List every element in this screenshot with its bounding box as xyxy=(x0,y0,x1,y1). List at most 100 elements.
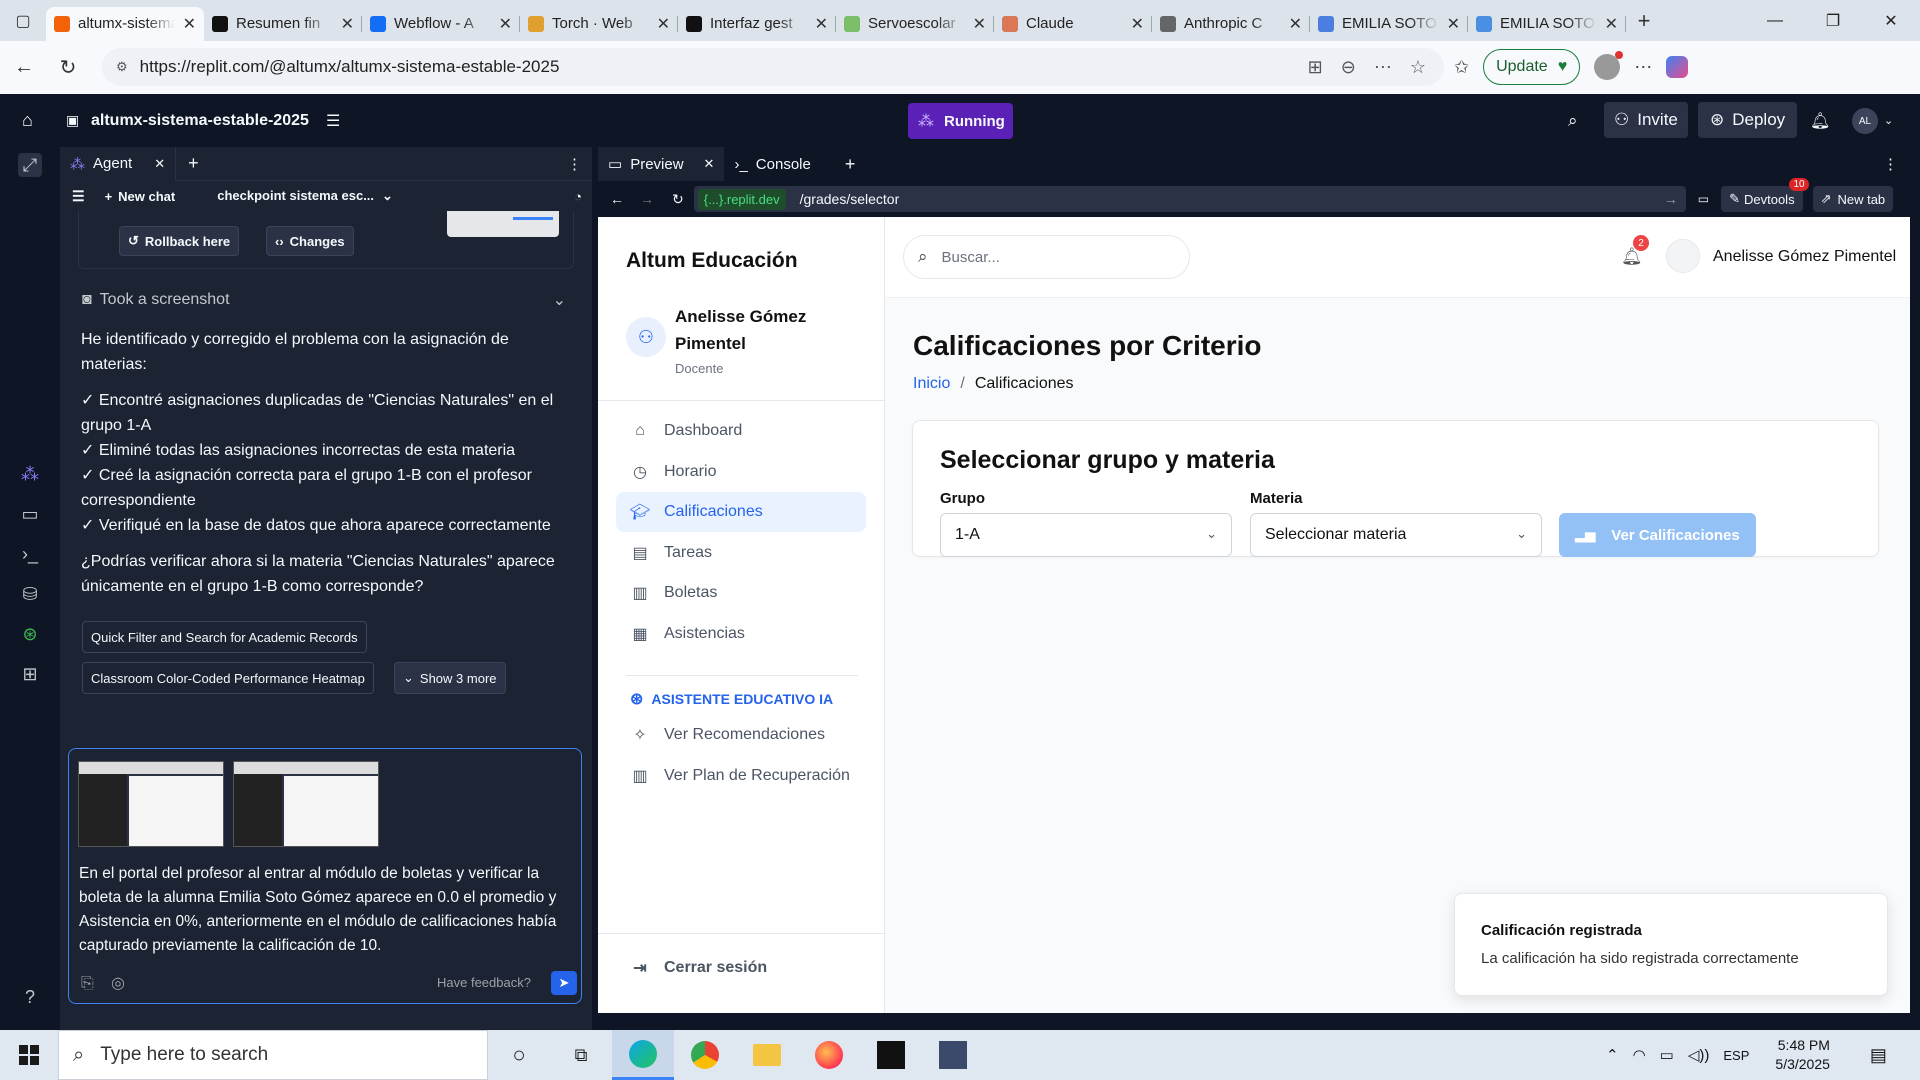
nav-item-ver-plan-de-recuperaci-n[interactable]: ▥ Ver Plan de Recuperación xyxy=(616,756,866,796)
url-field[interactable]: ⚙ https://replit.com/@altumx/altumx-sist… xyxy=(102,48,1444,86)
panel-options-icon[interactable]: ⋮ xyxy=(567,155,582,173)
minimize-icon[interactable]: — xyxy=(1746,0,1804,41)
close-tab-icon[interactable]: ✕ xyxy=(1605,14,1618,34)
reload-icon[interactable]: ↻ xyxy=(672,191,684,208)
browser-tab[interactable]: Interfaz gest ✕ xyxy=(678,7,836,41)
apps-icon[interactable]: ⊞ xyxy=(1308,57,1323,78)
project-menu-icon[interactable]: ☰ xyxy=(326,111,340,131)
clock[interactable]: 5:48 PM 5/3/2025 xyxy=(1775,1036,1830,1074)
tab-actions-icon[interactable]: ▢ xyxy=(0,0,46,41)
close-tab-icon[interactable]: ✕ xyxy=(341,14,354,34)
browser-tab[interactable]: Resumen fin ✕ xyxy=(204,7,362,41)
taskbar-search[interactable]: ⌕ Type here to search xyxy=(58,1030,488,1080)
preview-icon[interactable]: ▭ xyxy=(18,502,42,526)
nav-item-boletas[interactable]: ▥ Boletas xyxy=(616,573,866,613)
files-icon[interactable]: ⤢ xyxy=(18,153,42,177)
run-status-button[interactable]: ⁂ Running xyxy=(908,103,1013,139)
suggestion-chip[interactable]: Quick Filter and Search for Academic Rec… xyxy=(82,621,367,653)
new-tab-button[interactable]: + xyxy=(1626,8,1662,34)
close-tab-icon[interactable]: ✕ xyxy=(973,14,986,34)
new-tab-button[interactable]: ⇗ New tab xyxy=(1812,186,1894,212)
device-icon[interactable]: ▭ xyxy=(1698,192,1709,206)
back-icon[interactable]: ← xyxy=(4,48,44,88)
settings-dots-icon[interactable]: ⋯ xyxy=(1634,57,1652,78)
more-dots-icon[interactable]: ⋯ xyxy=(1374,57,1392,78)
browser-tab[interactable]: Anthropic C ✕ xyxy=(1152,7,1310,41)
composer-text[interactable]: En el portal del profesor al entrar al m… xyxy=(79,862,573,958)
start-button[interactable] xyxy=(0,1030,58,1080)
group-select[interactable]: 1-A ⌄ xyxy=(940,513,1232,557)
project-name[interactable]: altumx-sistema-estable-2025 xyxy=(91,112,309,130)
open-external-icon[interactable]: → xyxy=(1664,191,1678,207)
search-icon[interactable]: ⌕ xyxy=(1568,111,1578,131)
browser-tab[interactable]: Claude ✕ xyxy=(994,7,1152,41)
logout-button[interactable]: ⇥ Cerrar sesión xyxy=(616,948,866,988)
changes-button[interactable]: ‹› Changes xyxy=(266,226,354,256)
search-input[interactable]: ⌕ Buscar... xyxy=(903,235,1190,279)
maximize-icon[interactable]: ❐ xyxy=(1804,0,1862,41)
nav-item-ver-recomendaciones[interactable]: ✧ Ver Recomendaciones xyxy=(616,715,866,755)
close-tab-icon[interactable]: ✕ xyxy=(657,14,670,34)
tab-preview[interactable]: ▭ Preview ✕ xyxy=(598,147,725,181)
suggestion-chip[interactable]: Classroom Color-Coded Performance Heatma… xyxy=(82,662,374,694)
attach-icon[interactable]: ⎘ xyxy=(81,975,94,993)
help-icon[interactable]: ? xyxy=(18,985,42,1009)
terminal-app-icon[interactable] xyxy=(922,1030,984,1080)
firefox-app-icon[interactable] xyxy=(798,1030,860,1080)
rollback-button[interactable]: ↺ Rollback here xyxy=(119,226,240,256)
close-tab-icon[interactable]: ✕ xyxy=(499,14,512,34)
close-tab-icon[interactable]: ✕ xyxy=(183,14,196,34)
favorites-icon[interactable]: ✩ xyxy=(1454,57,1469,78)
back-icon[interactable]: ← xyxy=(610,191,624,207)
tab-console[interactable]: ›_ Console xyxy=(724,147,820,181)
deploy-button[interactable]: ⊛ Deploy xyxy=(1698,102,1798,138)
chevron-down-icon[interactable]: ⌄ xyxy=(1884,114,1893,127)
invite-button[interactable]: ⚇ Invite xyxy=(1604,102,1688,138)
nav-item-asistencias[interactable]: ▦ Asistencias xyxy=(616,614,866,654)
view-grades-button[interactable]: ▂▅ Ver Calificaciones xyxy=(1559,513,1756,557)
browser-tab[interactable]: altumx-sistema ✕ xyxy=(46,6,204,41)
screenshot-step[interactable]: ◙ Took a screenshot ⌄ xyxy=(82,288,574,312)
browser-tab[interactable]: Torch · Web ✕ xyxy=(520,7,678,41)
browser-tab[interactable]: Servoescolar ✕ xyxy=(836,7,994,41)
notification-center-icon[interactable]: ▤ xyxy=(1870,1045,1887,1066)
header-avatar[interactable] xyxy=(1666,239,1700,273)
close-window-icon[interactable]: ✕ xyxy=(1862,0,1920,41)
header-user-name[interactable]: Anelisse Gómez Pimentel xyxy=(1713,248,1896,266)
browser-tab[interactable]: Webflow - A ✕ xyxy=(362,7,520,41)
close-tab-icon[interactable]: ✕ xyxy=(1289,14,1302,34)
add-tab-icon[interactable]: + xyxy=(188,153,199,174)
history-menu-icon[interactable]: ☰ xyxy=(72,188,85,205)
user-avatar[interactable]: AL xyxy=(1852,108,1878,134)
new-chat-button[interactable]: + New chat xyxy=(105,189,176,204)
edge-app-icon[interactable] xyxy=(612,1030,674,1080)
checkpoint-selector[interactable]: checkpoint sistema esc... ⌄ xyxy=(217,188,393,204)
update-button[interactable]: Update ♥ xyxy=(1483,49,1581,85)
file-explorer-icon[interactable] xyxy=(736,1030,798,1080)
forward-icon[interactable]: → xyxy=(640,191,654,207)
nav-item-horario[interactable]: ◷ Horario xyxy=(616,452,866,492)
show-more-button[interactable]: ⌄ Show 3 more xyxy=(394,662,506,694)
speed-icon[interactable]: ◔ xyxy=(574,189,582,204)
deployments-icon[interactable]: ⊛ xyxy=(18,622,42,646)
home-icon[interactable]: ⌂ xyxy=(22,110,33,131)
copilot-icon[interactable] xyxy=(1666,56,1689,78)
close-tab-icon[interactable]: ✕ xyxy=(1131,14,1144,34)
attachment-thumbnail[interactable] xyxy=(78,761,224,847)
preview-url-field[interactable]: {...}.replit.dev /grades/selector → xyxy=(693,186,1686,212)
profile-avatar[interactable] xyxy=(1594,51,1624,80)
browser-tab[interactable]: EMILIA SOTO ✕ xyxy=(1310,7,1468,41)
close-tab-icon[interactable]: ✕ xyxy=(815,14,828,34)
browser-tab[interactable]: EMILIA SOTO ✕ xyxy=(1468,7,1626,41)
tab-agent[interactable]: ⁂ Agent ✕ xyxy=(60,146,177,181)
acer-app-icon[interactable] xyxy=(860,1030,922,1080)
site-info-icon[interactable]: ⚙ xyxy=(116,59,128,75)
language-indicator[interactable]: ESP xyxy=(1723,1048,1749,1063)
nav-item-dashboard[interactable]: ⌂ Dashboard xyxy=(616,411,866,451)
zoom-out-icon[interactable]: ⊖ xyxy=(1341,57,1356,78)
feedback-link[interactable]: Have feedback? xyxy=(437,975,531,990)
devtools-button[interactable]: ✎ Devtools 10 xyxy=(1721,178,1809,212)
attachment-thumbnail[interactable] xyxy=(233,761,379,847)
notifications-button[interactable]: 🔔︎ 2 xyxy=(1621,235,1649,267)
agent-icon[interactable]: ⁂ xyxy=(18,462,42,486)
